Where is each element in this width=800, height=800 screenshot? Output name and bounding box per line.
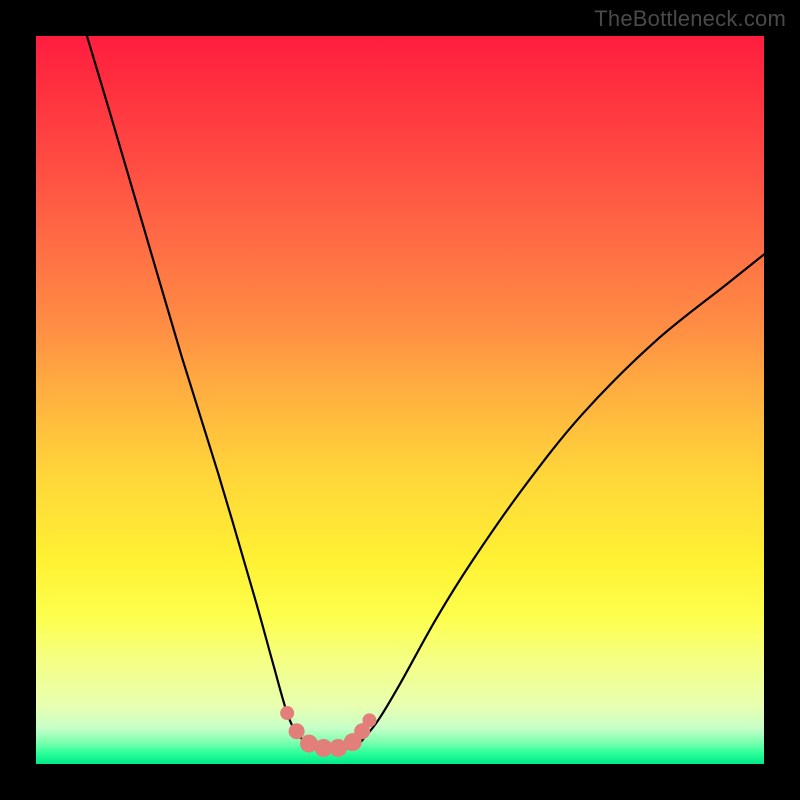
watermark-text: TheBottleneck.com bbox=[594, 6, 786, 32]
knob-dot bbox=[289, 723, 305, 739]
bottleneck-curve bbox=[87, 36, 764, 750]
curve-knobs bbox=[280, 706, 376, 757]
curve-layer bbox=[36, 36, 764, 764]
knob-dot bbox=[280, 706, 294, 720]
chart-frame: TheBottleneck.com bbox=[0, 0, 800, 800]
knob-dot bbox=[362, 713, 376, 727]
plot-area bbox=[36, 36, 764, 764]
